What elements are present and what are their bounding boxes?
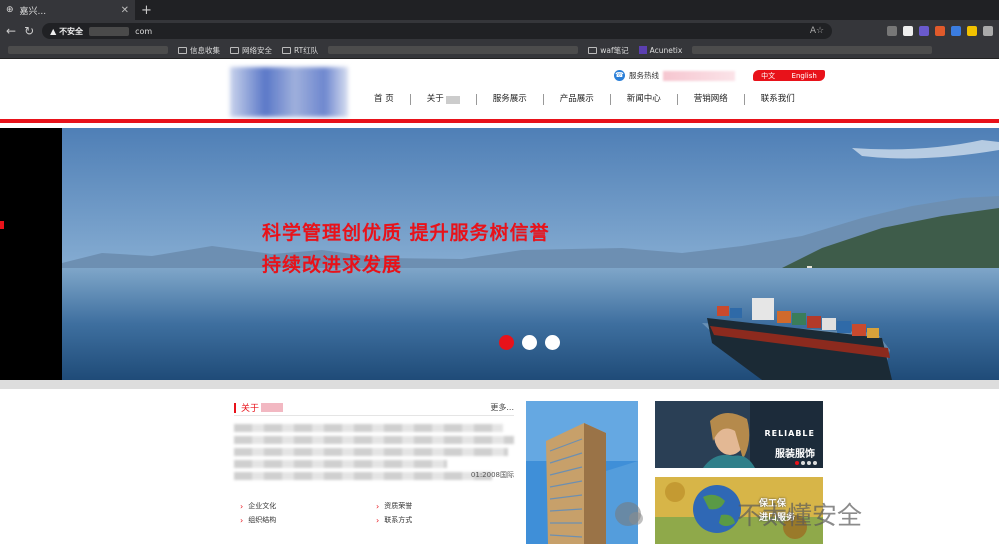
folder-icon bbox=[588, 46, 598, 54]
bookmark-folder[interactable]: RT红队 bbox=[282, 45, 318, 56]
nav-marketing[interactable]: 营销网络 bbox=[678, 94, 745, 105]
link-honors[interactable]: › 资质荣誉 bbox=[376, 501, 412, 511]
extension-icon bbox=[919, 26, 929, 36]
banner-bottom-strip bbox=[0, 380, 999, 389]
extension-icon bbox=[903, 26, 913, 36]
extension-icon bbox=[951, 26, 961, 36]
lang-cn[interactable]: 中文 bbox=[761, 71, 775, 81]
bookmark-folder[interactable]: waf笔记 bbox=[588, 45, 629, 56]
chevron-right-icon: › bbox=[376, 501, 380, 511]
section-marker bbox=[234, 402, 236, 413]
address-actions[interactable]: A☆ bbox=[810, 26, 824, 36]
bookmark-folder[interactable]: 信息收集 bbox=[178, 45, 220, 56]
extension-icon bbox=[887, 26, 897, 36]
chevron-right-icon: › bbox=[376, 515, 380, 525]
acunetix-icon bbox=[638, 46, 647, 54]
header-divider bbox=[0, 119, 999, 123]
bookmark-item[interactable]: Acunetix bbox=[638, 46, 682, 55]
hero-banner[interactable]: 科学管理创优质 提升服务树信誉 持续改进求发展 bbox=[0, 128, 999, 380]
language-switcher[interactable]: 中文 English bbox=[753, 70, 825, 81]
fashion-brand: RELIABLE bbox=[764, 429, 815, 438]
nav-home[interactable]: 首 页 bbox=[358, 94, 411, 105]
nav-products[interactable]: 产品展示 bbox=[544, 94, 611, 105]
wechat-icon bbox=[615, 502, 643, 526]
bookmarks-bar: 信息收集 网络安全 RT红队 waf笔记 Acunetix bbox=[0, 42, 999, 59]
site-logo[interactable] bbox=[230, 67, 348, 117]
address-suffix: com bbox=[135, 26, 153, 36]
main-nav: 首 页 关于 服务展示 产品展示 新闻中心 营销网络 联系我们 bbox=[358, 94, 811, 105]
browser-tab-bar: ⊕ 嘉兴... ✕ + bbox=[0, 0, 999, 20]
browser-tab[interactable]: ⊕ 嘉兴... ✕ bbox=[0, 0, 135, 20]
watermark: 不太懂安全 bbox=[615, 496, 862, 532]
link-culture[interactable]: › 企业文化 bbox=[240, 501, 276, 511]
service-hotline: ☎ 服务热线 bbox=[614, 70, 735, 81]
hotline-number-blurred bbox=[663, 70, 735, 81]
more-link[interactable]: 更多... bbox=[490, 402, 514, 413]
lang-en[interactable]: English bbox=[792, 72, 817, 80]
bookmark-blurred bbox=[8, 46, 168, 54]
about-title: 关于 bbox=[241, 404, 260, 414]
banner-black-edge bbox=[0, 128, 62, 380]
extension-icons[interactable] bbox=[887, 26, 993, 36]
bookmark-folder[interactable]: 网络安全 bbox=[230, 45, 272, 56]
fashion-label: 服装服饰 bbox=[775, 449, 815, 460]
folder-icon bbox=[282, 46, 291, 54]
browser-toolbar: ← ↻ ▲ 不安全 com A☆ bbox=[0, 20, 999, 42]
nav-services[interactable]: 服务展示 bbox=[477, 94, 544, 105]
banner-slogan-line2: 持续改进求发展 bbox=[262, 254, 403, 276]
reload-icon[interactable]: ↻ bbox=[24, 24, 34, 38]
watermark-text: 不太懂安全 bbox=[737, 501, 863, 530]
globe-icon: ⊕ bbox=[6, 5, 14, 15]
folder-icon bbox=[230, 46, 239, 54]
new-tab-icon[interactable]: + bbox=[141, 3, 152, 18]
nav-about[interactable]: 关于 bbox=[411, 94, 477, 105]
about-section: 关于 更多... 01:2008国际 › 企业文化 › 资质荣誉 › 组织结构 › 联系… bbox=[234, 400, 514, 525]
extension-icon bbox=[935, 26, 945, 36]
nav-news[interactable]: 新闻中心 bbox=[611, 94, 678, 105]
carousel-dots bbox=[499, 335, 560, 350]
about-header: 关于 更多... bbox=[234, 400, 514, 416]
banner-edge-marker bbox=[0, 221, 4, 229]
carousel-dot[interactable] bbox=[545, 335, 560, 350]
folder-icon bbox=[178, 46, 187, 54]
chevron-right-icon: › bbox=[240, 501, 244, 511]
hotline-label: 服务热线 bbox=[629, 71, 659, 80]
address-blurred bbox=[89, 26, 130, 36]
site-header: ☎ 服务热线 中文 English 首 页 关于 服务展示 产品展示 新闻中心 … bbox=[0, 59, 999, 123]
not-secure-label: ▲ 不安全 bbox=[50, 26, 84, 36]
back-icon[interactable]: ← bbox=[6, 24, 16, 38]
extension-icon bbox=[967, 26, 977, 36]
carousel-dot[interactable] bbox=[522, 335, 537, 350]
link-contact[interactable]: › 联系方式 bbox=[376, 515, 412, 525]
carousel-dot[interactable] bbox=[499, 335, 514, 350]
bookmark-blurred bbox=[328, 46, 579, 54]
address-bar[interactable]: ▲ 不安全 com A☆ bbox=[42, 23, 833, 39]
banner-slogan-line1: 科学管理创优质 提升服务树信誉 bbox=[262, 222, 550, 244]
fashion-promo[interactable]: RELIABLE 服装服饰 bbox=[655, 401, 823, 468]
bookmark-blurred bbox=[692, 46, 933, 54]
tab-title: 嘉兴... bbox=[19, 6, 47, 17]
phone-icon: ☎ bbox=[614, 70, 625, 81]
about-title-blurred bbox=[261, 403, 284, 412]
close-tab-icon[interactable]: ✕ bbox=[121, 5, 129, 16]
nav-contact[interactable]: 联系我们 bbox=[745, 94, 811, 105]
about-text-blurred: 01:2008国际 bbox=[234, 424, 514, 494]
link-structure[interactable]: › 组织结构 bbox=[240, 515, 276, 525]
extension-icon bbox=[983, 26, 993, 36]
chevron-right-icon: › bbox=[240, 515, 244, 525]
about-text-tail: 01:2008国际 bbox=[470, 471, 514, 479]
fashion-dots bbox=[795, 461, 817, 465]
